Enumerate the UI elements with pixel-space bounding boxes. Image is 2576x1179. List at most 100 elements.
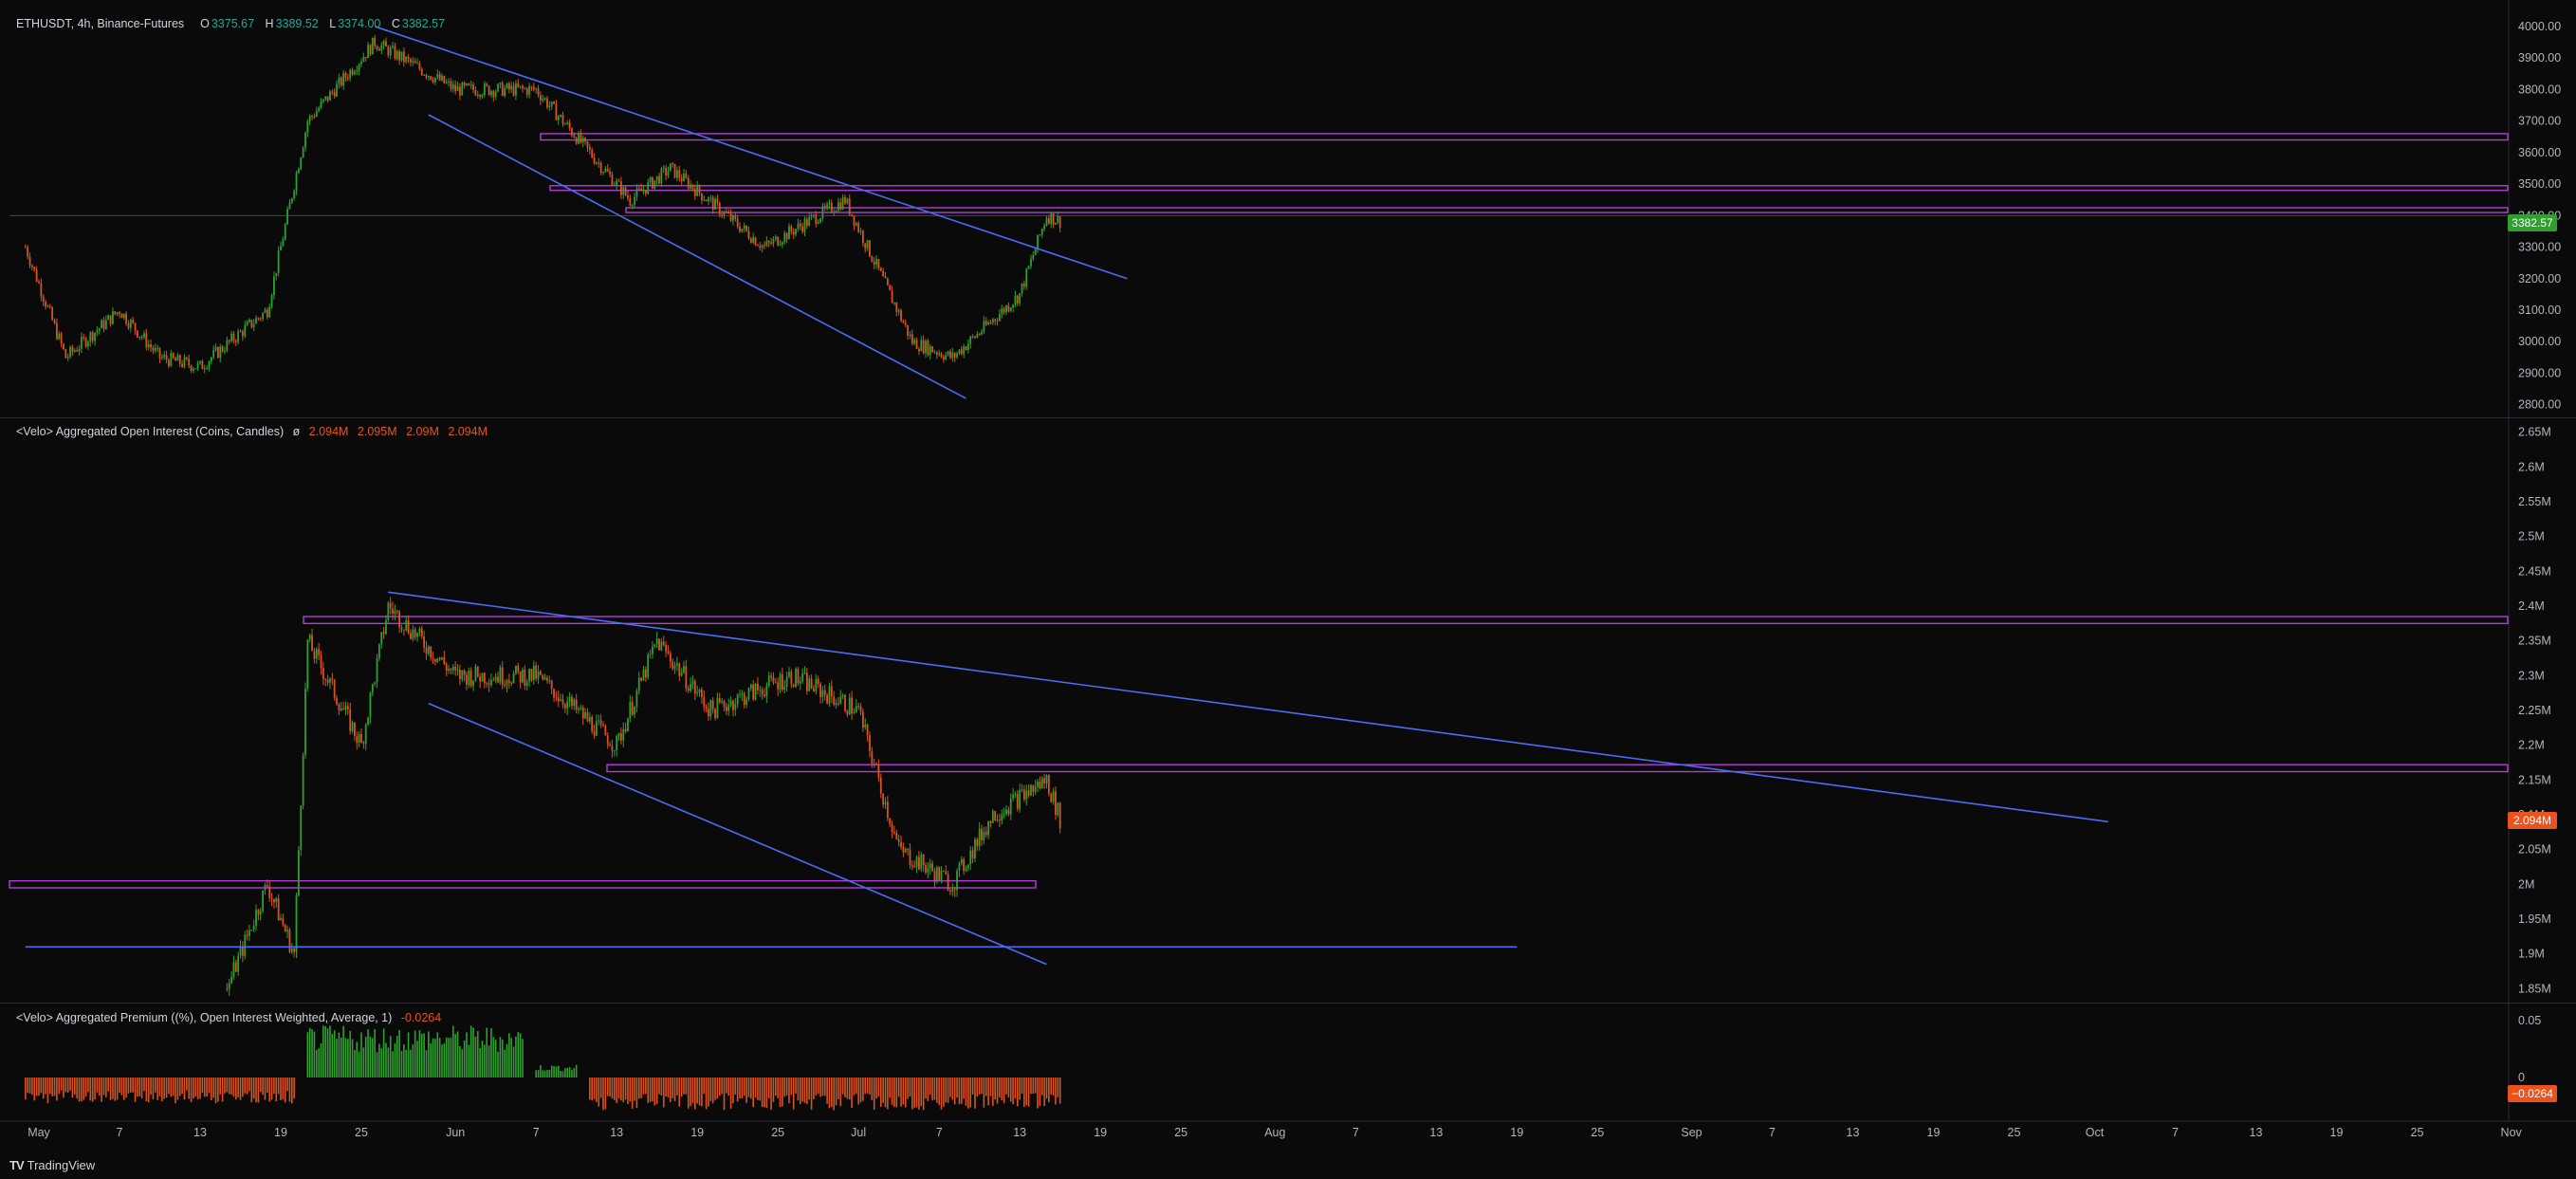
oi-candle-body (739, 693, 741, 695)
premium-bar (230, 1078, 232, 1096)
price-candle-body (320, 101, 322, 108)
oi-candle-body (230, 976, 232, 984)
price-candle-body (777, 236, 780, 246)
oi-candle-body (947, 874, 949, 891)
price-candle-body (965, 346, 967, 351)
oi-candle-body (504, 684, 506, 686)
price-candle-body (1037, 234, 1039, 249)
oi-candle-body (1052, 791, 1055, 802)
premium-bar (81, 1078, 83, 1102)
price-candle-body (376, 46, 378, 49)
premium-bar (176, 1078, 179, 1100)
oi-candle-body (1039, 781, 1041, 789)
premium-bar (1039, 1078, 1041, 1107)
premium-bar (418, 1030, 421, 1078)
premium-bar (609, 1078, 611, 1097)
oi-candle-body (537, 671, 540, 679)
oi-candle-body (288, 930, 291, 952)
price-candle-body (410, 59, 412, 63)
premium-bar (537, 1070, 540, 1078)
premium-bar (25, 1078, 27, 1100)
premium-bar (1043, 1078, 1045, 1107)
oi-legend: <Velo> Aggregated Open Interest (Coins, … (16, 425, 488, 438)
time-axis-tick: 19 (690, 1126, 704, 1139)
price-candle-body (935, 352, 938, 355)
price-candle-body (387, 46, 390, 56)
price-candle-body (599, 162, 602, 174)
price-candle-body (506, 83, 508, 89)
oi-candle-body (647, 654, 650, 678)
oi-candle-body (308, 635, 311, 640)
oi-candle-body (619, 733, 622, 741)
price-candle-body (922, 340, 925, 354)
oi-candle-body (264, 884, 267, 891)
time-axis-tick: 7 (1352, 1126, 1359, 1139)
price-candle-body (143, 333, 145, 338)
oi-candle-body (801, 673, 804, 681)
price-candle-body (647, 181, 650, 194)
oi-candle-body (658, 638, 660, 651)
price-symbol-label[interactable]: ETHUSDT, 4h, Binance-Futures (16, 17, 184, 30)
price-candle-body (492, 90, 495, 97)
oi-candle-body (581, 708, 584, 719)
price-candle-body (329, 91, 331, 101)
oi-candle-body (734, 704, 737, 710)
oi-candle-body (481, 672, 484, 682)
price-candle-body (430, 76, 432, 81)
premium-bar (492, 1037, 495, 1078)
oi-candle-body (396, 610, 398, 612)
oi-candle-body (691, 681, 694, 685)
premium-bar (107, 1078, 109, 1092)
premium-bar (239, 1078, 242, 1100)
oi-axis-tick: 1.9M (2518, 948, 2545, 961)
premium-bar (889, 1078, 892, 1098)
price-candle-body (542, 99, 544, 101)
pane-separator-1[interactable] (0, 417, 2576, 418)
premium-bar (275, 1078, 278, 1102)
price-candle-body (214, 347, 217, 351)
premium-bar (219, 1078, 222, 1095)
premium-bar (354, 1049, 356, 1078)
oi-candle-body (389, 602, 392, 609)
oi-candle-body (535, 665, 538, 679)
oi-candle-body (400, 627, 403, 630)
premium-bar (882, 1078, 884, 1103)
price-candle-body (308, 116, 311, 122)
premium-indicator-label[interactable]: <Velo> Aggregated Premium ((%), Open Int… (16, 1011, 392, 1024)
oi-candle-body (586, 711, 589, 722)
price-candle-body (978, 334, 981, 336)
price-candle-body (839, 202, 842, 210)
price-axis-tick: 2900.00 (2518, 366, 2561, 379)
premium-bar (423, 1033, 425, 1078)
oi-candle-body (891, 823, 893, 833)
price-candle-body (369, 45, 372, 55)
premium-bar (434, 1039, 436, 1078)
tradingview-brand[interactable]: TV TradingView (9, 1158, 95, 1172)
pane-separator-2[interactable] (0, 1003, 2576, 1004)
premium-bar (490, 1027, 492, 1078)
premium-bar (869, 1078, 871, 1095)
oi-candle-body (933, 871, 936, 882)
price-candle-body (593, 157, 596, 164)
premium-bar (255, 1078, 257, 1103)
oi-indicator-label[interactable]: <Velo> Aggregated Open Interest (Coins, … (16, 425, 284, 438)
premium-bar (698, 1078, 701, 1106)
oi-candle-body (284, 925, 286, 932)
price-candle-body (190, 365, 193, 371)
price-candle-body (396, 50, 398, 59)
premium-bar (364, 1037, 367, 1078)
premium-bar (729, 1078, 732, 1109)
premium-bar (851, 1078, 853, 1109)
oi-candle-body (499, 667, 502, 683)
premium-bar (673, 1078, 676, 1101)
price-candle-body (779, 244, 782, 246)
oi-value-close: 2.094M (448, 425, 488, 438)
premium-bar (109, 1078, 112, 1100)
premium-bar (64, 1078, 67, 1093)
ohlc-open-value: 3375.67 (211, 17, 255, 30)
price-candle-body (938, 353, 941, 355)
oi-candle-body (909, 849, 911, 865)
premium-bar (208, 1078, 211, 1094)
price-candle-body (1022, 283, 1025, 287)
oi-candle-body (367, 717, 369, 725)
